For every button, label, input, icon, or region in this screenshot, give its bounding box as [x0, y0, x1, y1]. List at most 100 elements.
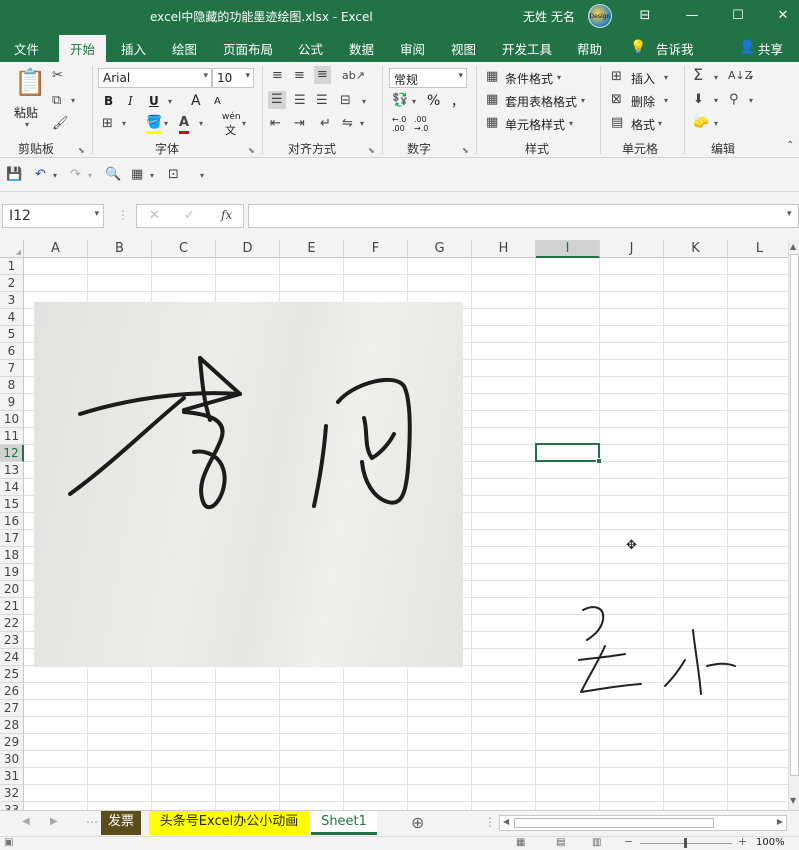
row-header-9[interactable]: 9 [0, 394, 24, 411]
row-header-14[interactable]: 14 [0, 479, 24, 496]
format-as-table-icon[interactable]: ▦ [486, 92, 498, 108]
user-name[interactable]: 无姓 无名 [523, 8, 575, 25]
comma-style-button[interactable]: ， [451, 91, 464, 110]
tab-draw[interactable]: 绘图 [172, 39, 197, 58]
formula-bar-grip-icon[interactable]: ⋮ [117, 208, 129, 222]
merge-center-icon[interactable]: ⊟ [340, 93, 351, 109]
row-header-29[interactable]: 29 [0, 734, 24, 751]
fill-handle[interactable] [596, 458, 602, 464]
italic-button[interactable]: I [128, 94, 133, 108]
tab-split-grip-icon[interactable]: ⋮ [484, 815, 496, 829]
row-header-28[interactable]: 28 [0, 717, 24, 734]
row-header-11[interactable]: 11 [0, 428, 24, 445]
ribbon-display-options-icon[interactable]: ⊟ [633, 5, 657, 27]
delete-dropdown-arrow-icon[interactable]: ▾ [664, 96, 668, 105]
find-dropdown-arrow-icon[interactable]: ▾ [749, 96, 753, 105]
copy-icon[interactable]: ⧉ [52, 93, 61, 109]
column-header-c[interactable]: C [152, 240, 216, 258]
row-header-25[interactable]: 25 [0, 666, 24, 683]
worksheet-grid[interactable]: ◢ ABCDEFGHIJKL 1 2 3 4 5 6 7 8 9 10 11 12 13 14 15 16 17… [0, 240, 799, 810]
cell-styles-button[interactable]: 单元格样式 [505, 116, 565, 133]
fill-dropdown-arrow-icon[interactable]: ▾ [714, 96, 718, 105]
scroll-down-arrow-icon[interactable]: ▼ [790, 796, 796, 805]
align-top-icon[interactable]: ≡ [272, 68, 283, 84]
font-color-icon[interactable]: A [179, 115, 190, 134]
cell-styles-dropdown-arrow-icon[interactable]: ▾ [569, 119, 573, 128]
row-header-22[interactable]: 22 [0, 615, 24, 632]
font-size-dropdown[interactable]: 10 ▾ [212, 68, 254, 88]
grow-font-button[interactable]: A [191, 93, 201, 109]
column-header-j[interactable]: J [600, 240, 664, 258]
row-header-26[interactable]: 26 [0, 683, 24, 700]
enter-check-icon[interactable]: ✓ [184, 208, 195, 223]
phonetic-dropdown-arrow-icon[interactable]: ▾ [242, 119, 246, 128]
cancel-icon[interactable]: ✕ [149, 208, 160, 223]
cut-scissors-icon[interactable]: ✂ [52, 68, 63, 84]
normal-view-icon[interactable]: ▦ [516, 837, 525, 848]
decrease-decimal-button[interactable]: .00 →.0 [414, 115, 428, 133]
merge-dropdown-arrow-icon[interactable]: ▾ [362, 97, 366, 106]
row-header-27[interactable]: 27 [0, 700, 24, 717]
row-header-10[interactable]: 10 [0, 411, 24, 428]
vertical-scrollbar[interactable]: ▲ ▼ [788, 240, 799, 810]
format-cells-icon[interactable]: ▤ [611, 115, 623, 131]
column-header-i[interactable]: I [536, 240, 600, 258]
row-header-5[interactable]: 5 [0, 326, 24, 343]
font-name-dropdown[interactable]: Arial ▾ [98, 68, 212, 88]
print-preview-icon[interactable]: 🔍 [105, 167, 121, 183]
scroll-left-arrow-icon[interactable]: ◀ [503, 817, 509, 826]
tab-developer[interactable]: 开发工具 [502, 39, 552, 58]
save-icon[interactable]: 💾 [6, 167, 22, 183]
undo-dropdown-arrow-icon[interactable]: ▾ [53, 171, 57, 180]
expand-formula-bar-chevron-icon[interactable]: ▾ [787, 209, 792, 219]
tab-data[interactable]: 数据 [349, 39, 374, 58]
zoom-slider-thumb[interactable] [684, 838, 687, 848]
align-center-icon[interactable]: ☰ [294, 93, 306, 109]
table-dropdown-arrow-icon[interactable]: ▾ [581, 96, 585, 105]
align-right-icon[interactable]: ☰ [316, 93, 328, 109]
format-painter-icon[interactable]: 🖌 [52, 116, 69, 132]
page-layout-view-icon[interactable]: ▤ [556, 837, 565, 848]
clear-dropdown-arrow-icon[interactable]: ▾ [714, 119, 718, 128]
row-header-16[interactable]: 16 [0, 513, 24, 530]
zoom-in-icon[interactable]: + [738, 835, 747, 848]
sheet-scroll-right-icon[interactable]: ▶ [50, 816, 58, 827]
sheet-tab-overflow-icon[interactable]: ⋯ [86, 815, 98, 829]
conditional-dropdown-arrow-icon[interactable]: ▾ [557, 73, 561, 82]
column-header-b[interactable]: B [88, 240, 152, 258]
redo-icon[interactable]: ↷ [70, 167, 81, 183]
fill-color-bucket-icon[interactable]: 🪣 [146, 115, 163, 134]
tab-formulas[interactable]: 公式 [298, 39, 323, 58]
sheet-tab-toutiao[interactable]: 头条号Excel办公小动画 [149, 811, 309, 835]
wrap-text-icon[interactable]: ↵ [320, 116, 331, 132]
zoom-level[interactable]: 100% [756, 837, 785, 848]
orientation-icon[interactable]: ab↗ [342, 68, 365, 84]
record-macro-icon[interactable]: ▣ [4, 837, 13, 848]
insert-cells-button[interactable]: 插入 [631, 70, 655, 87]
row-header-4[interactable]: 4 [0, 309, 24, 326]
row-header-12[interactable]: 12 [0, 445, 24, 462]
paste-clipboard-icon[interactable]: 📋 [14, 68, 46, 98]
select-all-corner[interactable]: ◢ [0, 240, 24, 258]
row-header-13[interactable]: 13 [0, 462, 24, 479]
column-header-e[interactable]: E [280, 240, 344, 258]
underline-button[interactable]: U [149, 94, 159, 108]
row-header-15[interactable]: 15 [0, 496, 24, 513]
underline-dropdown-arrow-icon[interactable]: ▾ [168, 97, 172, 106]
row-header-24[interactable]: 24 [0, 649, 24, 666]
cell-styles-icon[interactable]: ▦ [486, 115, 498, 131]
accounting-dropdown-arrow-icon[interactable]: ▾ [412, 97, 416, 106]
autosum-icon[interactable]: Σ [693, 67, 703, 83]
tab-view[interactable]: 视图 [451, 39, 476, 58]
conditional-formatting-button[interactable]: 条件格式 [505, 70, 553, 87]
bold-button[interactable]: B [104, 94, 113, 108]
share-button[interactable]: 共享 [758, 39, 783, 58]
tab-page-layout[interactable]: 页面布局 [223, 39, 273, 58]
fill-down-icon[interactable]: ⬇ [693, 92, 704, 108]
row-header-3[interactable]: 3 [0, 292, 24, 309]
signature-photo[interactable] [34, 302, 463, 667]
paste-button[interactable]: 粘贴 [14, 104, 38, 121]
close-icon[interactable]: ✕ [771, 5, 795, 27]
row-header-6[interactable]: 6 [0, 343, 24, 360]
delete-cells-icon[interactable]: ⊠ [611, 92, 622, 108]
